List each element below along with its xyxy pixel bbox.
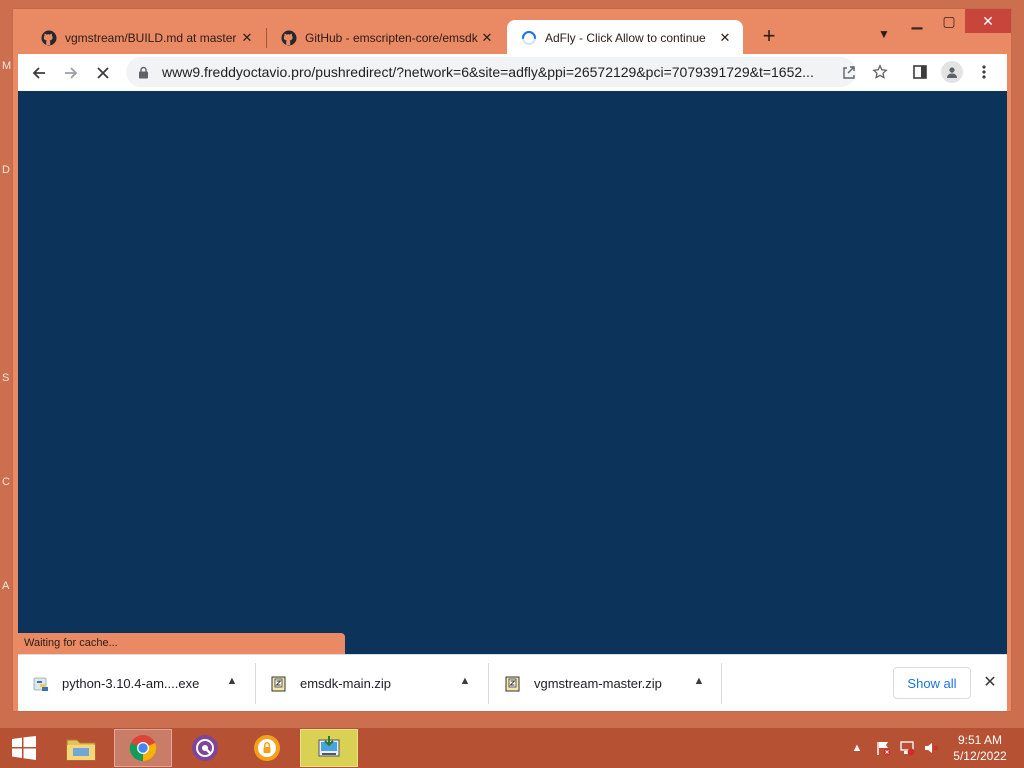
desktop-label: D: [2, 164, 10, 176]
show-all-button[interactable]: Show all: [893, 667, 971, 699]
taskbar: ▲ 9:51 AM 5/12/2022: [0, 728, 1024, 768]
chrome-icon[interactable]: [114, 729, 172, 767]
download-item[interactable]: python-3.10.4-am....exe ▲: [32, 655, 254, 712]
page-content[interactable]: [18, 91, 1007, 654]
status-bubble: Waiting for cache...: [18, 633, 345, 654]
python-installer-icon: [32, 675, 50, 693]
desktop-label: C: [2, 476, 10, 488]
lock-icon[interactable]: [138, 66, 152, 79]
browser-window: vgmstream/BUILD.md at master ✕ GitHub - …: [12, 8, 1012, 712]
desktop-label: M: [2, 60, 12, 72]
maximize-button[interactable]: ▢: [933, 9, 965, 33]
download-divider: [255, 663, 256, 704]
installer-icon[interactable]: [300, 729, 358, 767]
stop-loading-icon[interactable]: [90, 60, 116, 86]
tab-close-icon[interactable]: ✕: [717, 30, 733, 46]
desktop-label: S: [2, 372, 10, 384]
github-icon: [281, 30, 297, 46]
windows-start-icon[interactable]: [6, 734, 42, 762]
tab-adfly[interactable]: AdFly - Click Allow to continue ✕: [507, 20, 743, 55]
download-filename: vgmstream-master.zip: [534, 676, 662, 691]
clock-time: 9:51 AM: [957, 733, 1003, 747]
chevron-up-icon[interactable]: ▲: [848, 728, 866, 768]
minimize-button[interactable]: ▁: [901, 9, 933, 33]
profile-avatar-icon[interactable]: [941, 61, 963, 83]
loading-spinner-icon: [521, 30, 537, 46]
bookmark-star-icon[interactable]: [869, 61, 891, 83]
window-close-button[interactable]: ✕: [965, 9, 1011, 33]
download-item[interactable]: vgmstream-master.zip ▲: [504, 655, 726, 712]
download-divider: [721, 663, 722, 704]
action-center-flag-icon[interactable]: [872, 728, 894, 768]
address-bar[interactable]: www9.freddyoctavio.pro/pushredirect/?net…: [126, 57, 856, 87]
back-arrow-icon[interactable]: [26, 60, 52, 86]
tab-title: GitHub - emscripten-core/emsdk: [305, 30, 478, 45]
download-divider: [488, 663, 489, 704]
zip-file-icon: [504, 675, 522, 693]
system-clock[interactable]: 9:51 AM 5/12/2022: [944, 732, 1016, 764]
forward-arrow-icon[interactable]: [58, 60, 84, 86]
more-menu-icon[interactable]: [973, 61, 995, 83]
lock-app-icon[interactable]: [238, 729, 296, 767]
tab-close-icon[interactable]: ✕: [479, 30, 495, 46]
share-icon[interactable]: [838, 61, 860, 83]
side-panel-icon[interactable]: [909, 61, 931, 83]
close-icon[interactable]: ✕: [980, 673, 1000, 693]
chevron-up-icon[interactable]: ▲: [224, 675, 240, 691]
url-text: www9.freddyoctavio.pro/pushredirect/?net…: [162, 64, 814, 80]
tab-title: AdFly - Click Allow to continue: [545, 30, 706, 45]
tor-browser-icon[interactable]: [176, 729, 234, 767]
tab-close-icon[interactable]: ✕: [239, 30, 255, 46]
download-item[interactable]: emsdk-main.zip ▲: [270, 655, 492, 712]
zip-file-icon: [270, 675, 288, 693]
tab-strip: vgmstream/BUILD.md at master ✕ GitHub - …: [13, 9, 1013, 55]
volume-muted-icon[interactable]: [920, 728, 942, 768]
network-icon[interactable]: [896, 728, 918, 768]
tab-title: vgmstream/BUILD.md at master: [65, 30, 237, 45]
browser-toolbar: www9.freddyoctavio.pro/pushredirect/?net…: [18, 54, 1007, 91]
download-filename: python-3.10.4-am....exe: [62, 676, 200, 691]
chevron-up-icon[interactable]: ▲: [691, 675, 707, 691]
new-tab-button[interactable]: +: [757, 25, 781, 49]
tab-vgmstream-build[interactable]: vgmstream/BUILD.md at master ✕: [27, 20, 265, 55]
download-shelf: python-3.10.4-am....exe ▲ emsdk-main.zip…: [18, 654, 1007, 711]
tab-emsdk-github[interactable]: GitHub - emscripten-core/emsdk ✕: [267, 20, 505, 55]
chevron-up-icon[interactable]: ▲: [457, 675, 473, 691]
file-explorer-icon[interactable]: [52, 729, 110, 767]
clock-date: 5/12/2022: [953, 749, 1007, 763]
github-icon: [41, 30, 57, 46]
desktop-label: A: [2, 580, 10, 592]
chevron-down-icon[interactable]: ▼: [875, 27, 893, 45]
download-filename: emsdk-main.zip: [300, 676, 392, 691]
